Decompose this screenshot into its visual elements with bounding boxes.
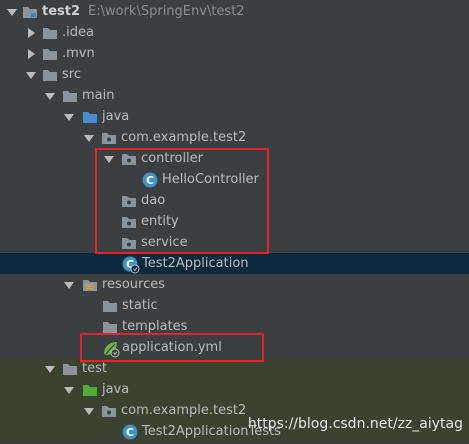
chevron-down-icon[interactable] bbox=[84, 133, 94, 143]
folder-icon bbox=[102, 298, 118, 314]
folder-label: resources bbox=[102, 277, 166, 292]
chevron-down-icon[interactable] bbox=[45, 91, 55, 101]
folder-label: main bbox=[82, 88, 115, 103]
project-name: test2 E:\work\SpringEnv\test2 bbox=[42, 4, 245, 19]
folder-icon bbox=[42, 67, 58, 83]
folder-label: static bbox=[122, 298, 158, 313]
tree-row-java[interactable]: java bbox=[0, 106, 469, 127]
source-folder-icon bbox=[82, 109, 98, 125]
folder-label: .idea bbox=[62, 25, 94, 40]
tree-row-static[interactable]: static bbox=[0, 295, 469, 316]
project-path: E:\work\SpringEnv\test2 bbox=[88, 4, 245, 19]
highlight-box-app-yml bbox=[80, 333, 264, 362]
test-source-folder-icon bbox=[82, 382, 98, 398]
package-icon bbox=[101, 130, 117, 146]
tree-row-project[interactable]: test2 E:\work\SpringEnv\test2 bbox=[0, 1, 469, 22]
folder-icon bbox=[62, 88, 78, 104]
chevron-down-icon[interactable] bbox=[84, 406, 94, 416]
chevron-down-icon[interactable] bbox=[64, 280, 74, 290]
class-label: Test2Application bbox=[142, 256, 249, 271]
svg-text:C: C bbox=[126, 426, 134, 439]
watermark: https://blog.csdn.net/zz_aiytag bbox=[247, 416, 463, 432]
chevron-down-icon[interactable] bbox=[7, 7, 17, 17]
chevron-right-icon[interactable] bbox=[26, 28, 36, 38]
tree-row-src[interactable]: src bbox=[0, 64, 469, 85]
folder-label: .mvn bbox=[62, 46, 95, 61]
chevron-down-icon[interactable] bbox=[45, 364, 55, 374]
package-label: com.example.test2 bbox=[121, 130, 247, 145]
tree-row-app-class[interactable]: C Test2Application bbox=[0, 253, 469, 274]
tree-row-test-java[interactable]: java bbox=[0, 379, 469, 400]
folder-icon bbox=[62, 361, 78, 377]
folder-label: java bbox=[102, 382, 130, 397]
highlight-box-packages bbox=[95, 148, 269, 254]
tree-row-package[interactable]: com.example.test2 bbox=[0, 127, 469, 148]
chevron-down-icon[interactable] bbox=[64, 112, 74, 122]
folder-label: java bbox=[102, 109, 130, 124]
package-icon bbox=[101, 403, 117, 419]
chevron-right-icon[interactable] bbox=[26, 49, 36, 59]
tree-row-mvn[interactable]: .mvn bbox=[0, 43, 469, 64]
test-class-icon: C bbox=[122, 424, 138, 440]
folder-label: src bbox=[62, 67, 81, 82]
chevron-down-icon[interactable] bbox=[64, 385, 74, 395]
tree-row-idea[interactable]: .idea bbox=[0, 22, 469, 43]
tree-row-main[interactable]: main bbox=[0, 85, 469, 106]
package-label: com.example.test2 bbox=[121, 403, 247, 418]
spring-boot-class-icon: C bbox=[122, 256, 140, 274]
resources-folder-icon bbox=[82, 277, 98, 293]
folder-icon bbox=[42, 25, 58, 41]
tree-row-resources[interactable]: resources bbox=[0, 274, 469, 295]
chevron-down-icon[interactable] bbox=[26, 70, 36, 80]
module-folder-icon bbox=[22, 4, 38, 20]
folder-icon bbox=[42, 46, 58, 62]
